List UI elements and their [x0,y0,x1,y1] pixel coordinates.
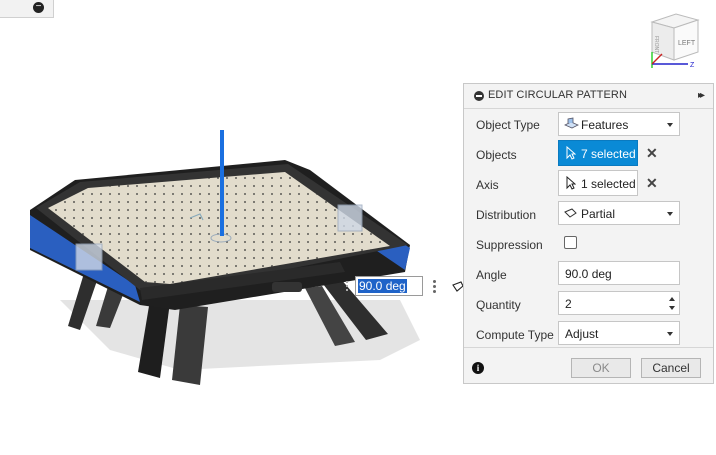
decrement-arrow-icon[interactable] [669,306,675,310]
cursor-arrow-icon [566,146,576,160]
chevron-down-icon [667,212,673,216]
partial-pattern-icon [564,208,577,218]
viewcube-face-label[interactable]: LEFT [678,40,696,47]
objects-label: Objects [476,148,517,162]
quantity-stepper[interactable]: 2 [558,291,680,315]
object-type-select[interactable]: Features [558,112,680,136]
dialog-header[interactable]: EDIT CIRCULAR PATTERN ▸▸ [464,84,713,109]
compute-type-select[interactable]: Adjust [558,321,680,345]
collapse-minus-icon[interactable] [474,91,484,101]
suppression-label: Suppression [476,238,543,252]
objects-selection-button[interactable]: 7 selected [558,140,638,166]
axis-selection-button[interactable]: 1 selected [558,170,638,196]
angle-dimension-input[interactable]: 90.0 deg [355,276,423,296]
distribution-value: Partial [581,207,616,221]
axis-label: Axis [476,178,499,192]
compute-type-label: Compute Type [476,328,554,342]
viewcube-side-label[interactable]: FRONT [653,36,659,53]
svg-text:Z: Z [690,62,695,69]
cursor-arrow-icon [566,176,576,190]
angle-input[interactable]: 90.0 deg [558,261,680,285]
angle-value: 90.0 deg [565,267,612,281]
ok-button[interactable]: OK [571,358,631,378]
angle-dimension-value[interactable]: 90.0 deg [358,279,407,293]
chevron-down-icon [667,332,673,336]
object-type-value: Features [581,118,629,132]
objects-selection-count: 7 selected [581,147,636,161]
info-icon[interactable]: i [472,362,484,374]
clear-objects-close-icon[interactable]: ✕ [646,146,658,160]
dialog-title: EDIT CIRCULAR PATTERN [488,89,628,101]
footer-divider [464,347,713,348]
angle-dimension-widget: 90.0 deg [341,276,473,298]
distribution-label: Distribution [476,208,537,222]
clear-axis-close-icon[interactable]: ✕ [646,176,658,190]
features-icon [564,117,579,129]
quantity-value: 2 [565,297,572,311]
angle-label: Angle [476,268,507,282]
suppression-checkbox[interactable] [564,236,577,249]
viewcube[interactable]: LEFT FRONT Z [640,8,708,70]
expand-arrows-icon[interactable]: ▸▸ [698,90,705,101]
edit-circular-pattern-dialog: EDIT CIRCULAR PATTERN ▸▸ Object Type Fea… [463,83,714,384]
air-hockey-table-model[interactable] [0,0,460,455]
chevron-down-icon [667,123,673,127]
increment-arrow-icon[interactable] [669,297,675,301]
quantity-spinner[interactable] [665,292,679,314]
object-type-label: Object Type [476,118,540,132]
drag-grip-icon[interactable] [344,279,350,294]
axis-selection-count: 1 selected [581,177,636,191]
compute-type-value: Adjust [565,327,599,341]
quantity-label: Quantity [476,298,521,312]
more-options-icon[interactable] [431,278,439,294]
distribution-select[interactable]: Partial [558,201,680,225]
cancel-button[interactable]: Cancel [641,358,701,378]
